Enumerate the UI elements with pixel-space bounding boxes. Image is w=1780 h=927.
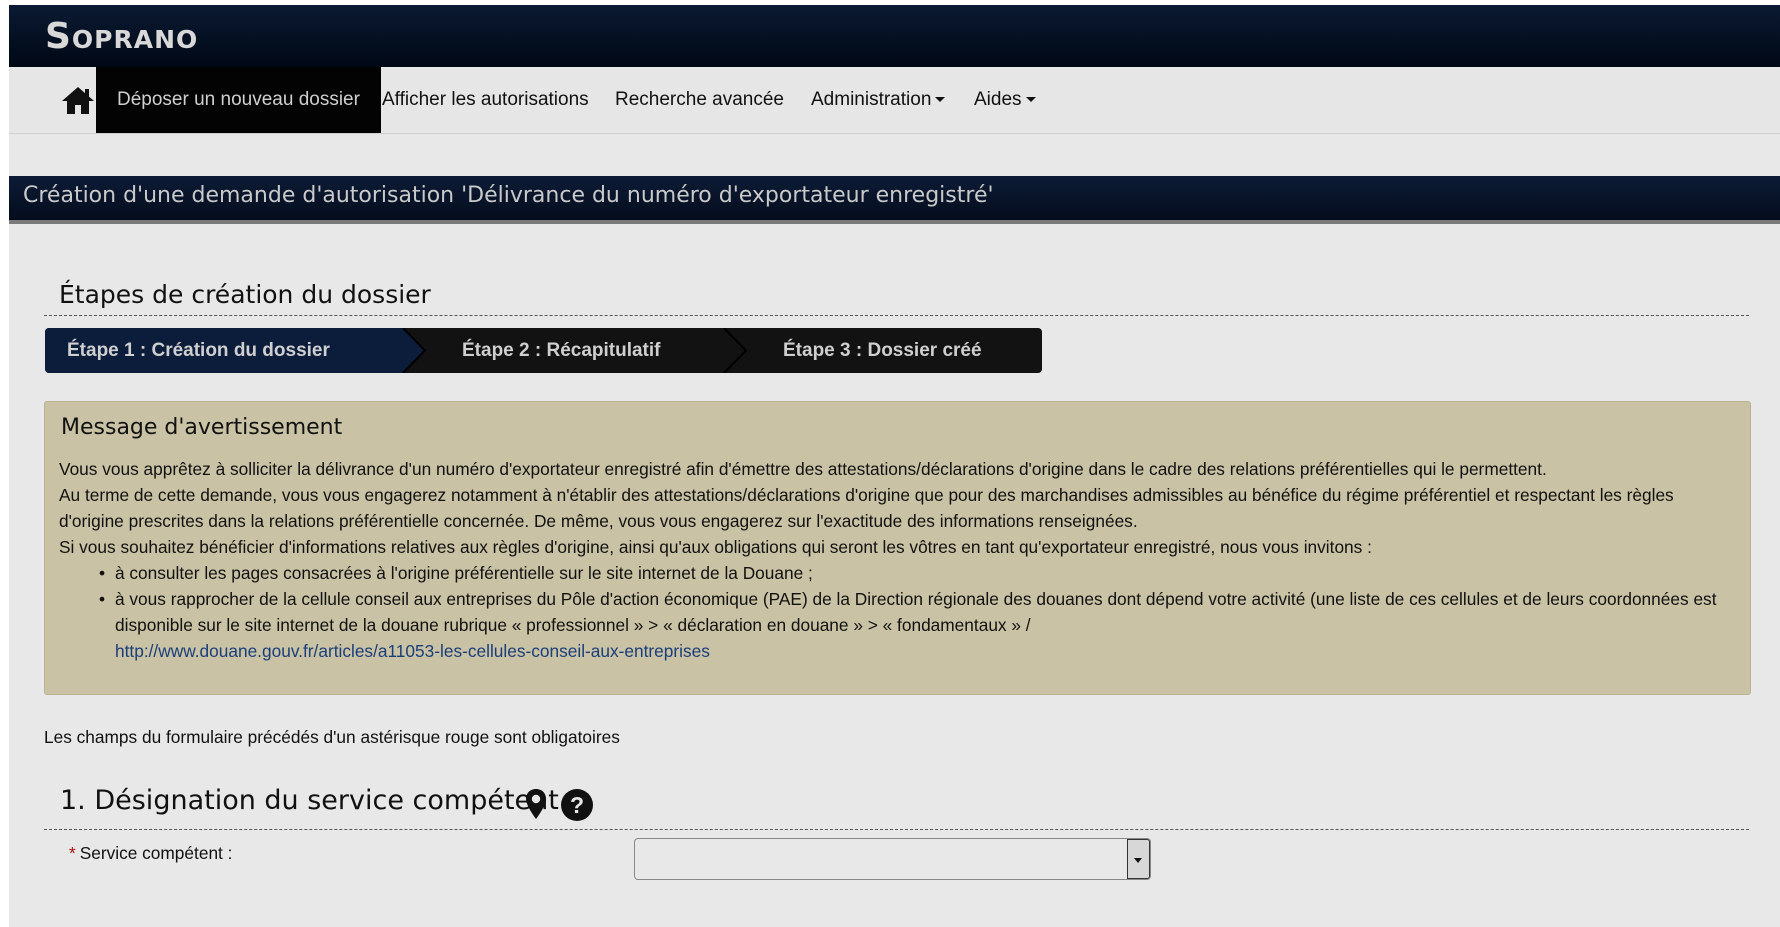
nav-advanced-search[interactable]: Recherche avancée [615,67,784,133]
warning-list: à consulter les pages consacrées à l'ori… [59,560,1739,664]
chevron-down-icon [1025,97,1036,103]
required-asterisk: * [69,843,76,863]
nav-authorizations[interactable]: Afficher les autorisations [382,67,589,133]
map-marker-icon[interactable] [524,788,548,820]
step-3[interactable]: Étape 3 : Dossier créé [783,328,982,373]
brand-bar: Soprano [9,5,1780,67]
list-item: à consulter les pages consacrées à l'ori… [99,560,1739,586]
warning-paragraph: Si vous souhaitez bénéficier d'informati… [59,537,1372,557]
service-competent-label-text: Service compétent : [79,843,233,863]
step-separator [402,328,427,373]
divider [44,315,1749,316]
warning-paragraph: Au terme de cette demande, vous vous eng… [59,485,1674,531]
section-1-title: 1. Désignation du service compétent [60,785,559,816]
home-icon [62,87,94,114]
page-title: Création d'une demande d'autorisation 'D… [23,183,994,208]
step-progress: Étape 1 : Création du dossier Étape 2 : … [45,328,1042,373]
nav-administration-label: Administration [811,89,932,110]
step-separator [723,328,748,373]
chevron-down-icon [935,97,946,103]
dropdown-arrow-icon[interactable] [1127,839,1150,879]
step-2[interactable]: Étape 2 : Récapitulatif [462,328,661,373]
warning-paragraph: Vous vous apprêtez à solliciter la déliv… [59,459,1547,479]
steps-heading: Étapes de création du dossier [59,280,431,309]
app-frame: Soprano Déposer un nouveau dossier Affic… [9,5,1780,927]
app-logo[interactable]: Soprano [45,16,198,57]
warning-box: Message d'avertissement Vous vous apprêt… [44,401,1751,695]
nav-new-dossier[interactable]: Déposer un nouveau dossier [96,67,381,133]
nav-aides[interactable]: Aides [974,67,1036,133]
nav-aides-label: Aides [974,89,1022,110]
mandatory-note: Les champs du formulaire précédés d'un a… [44,727,620,747]
help-icon[interactable]: ? [561,789,593,821]
douane-link[interactable]: http://www.douane.gouv.fr/articles/a1105… [115,641,710,661]
main-nav: Déposer un nouveau dossier Afficher les … [9,67,1780,134]
list-item-text: à vous rapprocher de la cellule conseil … [115,589,1717,635]
warning-title: Message d'avertissement [61,415,343,440]
service-competent-label: * Service compétent : [69,843,232,864]
divider [44,829,1749,830]
nav-administration[interactable]: Administration [811,67,946,133]
step-1[interactable]: Étape 1 : Création du dossier [45,328,402,373]
service-competent-select[interactable] [634,838,1151,880]
warning-body: Vous vous apprêtez à solliciter la déliv… [59,456,1739,664]
list-item: à vous rapprocher de la cellule conseil … [99,586,1739,664]
page-title-band: Création d'une demande d'autorisation 'D… [9,176,1780,224]
